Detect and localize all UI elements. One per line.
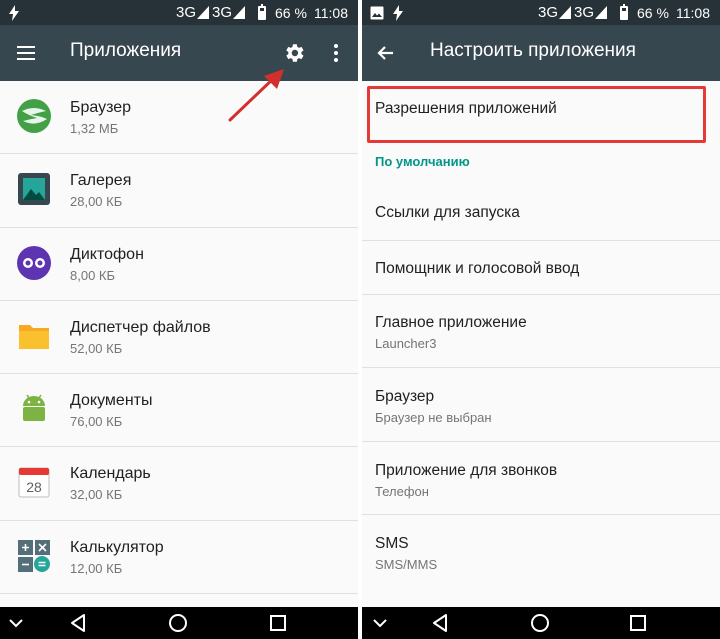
setting-subtitle: Телефон — [375, 484, 429, 499]
battery-icon — [620, 3, 628, 21]
clock: 11:08 — [314, 4, 348, 21]
app-name: Документы — [70, 392, 153, 410]
app-name: Диспетчер файлов — [70, 318, 211, 336]
network-indicator: 3G 3G — [538, 4, 608, 21]
battery-icon — [258, 3, 266, 21]
page-title: Настроить приложения — [430, 40, 636, 61]
setting-title: SMS — [375, 535, 409, 552]
app-name: Галерея — [70, 172, 132, 190]
navigation-bar — [362, 607, 720, 639]
app-bar: Настроить приложения — [362, 25, 720, 81]
signal-icon — [559, 6, 572, 19]
setting-title: Ссылки для запуска — [375, 204, 520, 221]
home-icon[interactable] — [168, 613, 188, 633]
app-size: 32,00 КБ — [70, 487, 123, 503]
home-icon[interactable] — [530, 613, 550, 633]
network-label: 3G — [574, 4, 595, 21]
android-icon — [17, 392, 51, 426]
signal-icon — [595, 6, 608, 19]
list-item[interactable]: Диктофон 8,00 КБ — [0, 228, 358, 301]
setting-subtitle: SMS/MMS — [375, 557, 438, 572]
setting-title: Приложение для звонков — [375, 462, 558, 479]
folder-icon — [17, 319, 51, 353]
navigation-bar — [0, 607, 358, 639]
recents-icon[interactable] — [268, 613, 288, 633]
status-bar: 3G 3G 66 % 11:08 — [0, 0, 358, 25]
app-size: 1,32 МБ — [70, 121, 119, 136]
browser-icon — [17, 99, 51, 133]
app-name: Калькулятор — [70, 538, 164, 556]
signal-icon — [197, 6, 210, 19]
calculator-icon — [17, 539, 51, 573]
back-icon[interactable] — [68, 613, 88, 633]
setting-item[interactable]: Помощник и голосовой ввод — [362, 241, 720, 295]
signal-icon — [233, 6, 246, 19]
setting-subtitle: Launcher3 — [375, 336, 437, 351]
arrow-back-icon[interactable] — [372, 39, 400, 67]
app-size: 76,00 КБ — [70, 414, 123, 430]
right-screen: 3G 3G 66 % 11:08 Настроить приложения Ра… — [362, 0, 720, 639]
app-name: Диктофон — [70, 245, 144, 263]
setting-title: Помощник и голосовой ввод — [375, 260, 580, 277]
flash-icon — [392, 4, 404, 21]
app-bar: Приложения — [0, 25, 358, 81]
menu-icon[interactable] — [12, 39, 40, 67]
page-title: Приложения — [70, 40, 182, 61]
app-size: 8,00 КБ — [70, 267, 116, 283]
app-name: Календарь — [70, 465, 151, 483]
image-icon — [370, 4, 384, 21]
app-name: Браузер — [70, 99, 132, 116]
back-icon[interactable] — [430, 613, 450, 633]
clock: 11:08 — [676, 4, 710, 21]
setting-subtitle: Браузер не выбран — [375, 410, 492, 425]
list-item[interactable]: 28 Календарь 32,00 КБ — [0, 447, 358, 521]
network-indicator: 3G 3G — [176, 4, 246, 21]
section-header-default: По умолчанию — [375, 154, 470, 169]
arrow-annotation-icon — [228, 69, 284, 122]
calendar-icon: 28 — [17, 465, 51, 499]
setting-item[interactable]: Браузер Браузер не выбран — [362, 368, 720, 442]
setting-item[interactable]: Главное приложение Launcher3 — [362, 295, 720, 368]
app-size: 52,00 КБ — [70, 340, 123, 356]
battery-level: 66 % — [275, 4, 307, 21]
list-item[interactable]: Галерея 28,00 КБ — [0, 154, 358, 228]
collapse-icon[interactable] — [6, 613, 26, 633]
setting-item[interactable]: Ссылки для запуска — [362, 184, 720, 241]
app-permissions-item[interactable]: Разрешения приложений — [362, 81, 720, 147]
list-item[interactable]: Браузер 1,32 МБ — [0, 81, 358, 155]
gallery-icon — [17, 172, 51, 206]
more-vert-icon[interactable] — [322, 39, 350, 67]
status-bar: 3G 3G 66 % 11:08 — [362, 0, 720, 25]
battery-level: 66 % — [637, 4, 669, 21]
list-item[interactable]: Диспетчер файлов 52,00 КБ — [0, 301, 358, 375]
list-item[interactable]: Документы 76,00 КБ — [0, 374, 358, 448]
setting-item[interactable]: Приложение для звонков Телефон — [362, 442, 720, 515]
app-list: Браузер 1,32 МБ Галерея 28,00 КБ Диктофо… — [0, 81, 358, 595]
recorder-icon — [17, 245, 51, 280]
setting-title: Браузер — [375, 388, 435, 405]
collapse-icon[interactable] — [370, 613, 390, 633]
network-label: 3G — [212, 4, 233, 21]
calendar-day: 28 — [26, 479, 42, 495]
highlight-annotation — [367, 86, 706, 143]
network-label: 3G — [538, 4, 559, 21]
setting-item[interactable]: SMS SMS/MMS — [362, 515, 720, 589]
left-screen: 3G 3G 66 % 11:08 Приложения Браузер 1,32… — [0, 0, 358, 639]
setting-title: Главное приложение — [375, 314, 527, 331]
recents-icon[interactable] — [628, 613, 648, 633]
app-size: 12,00 КБ — [70, 560, 123, 576]
list-item[interactable]: Калькулятор 12,00 КБ — [0, 521, 358, 595]
flash-icon — [8, 4, 20, 21]
network-label: 3G — [176, 4, 197, 21]
app-size: 28,00 КБ — [70, 194, 123, 210]
